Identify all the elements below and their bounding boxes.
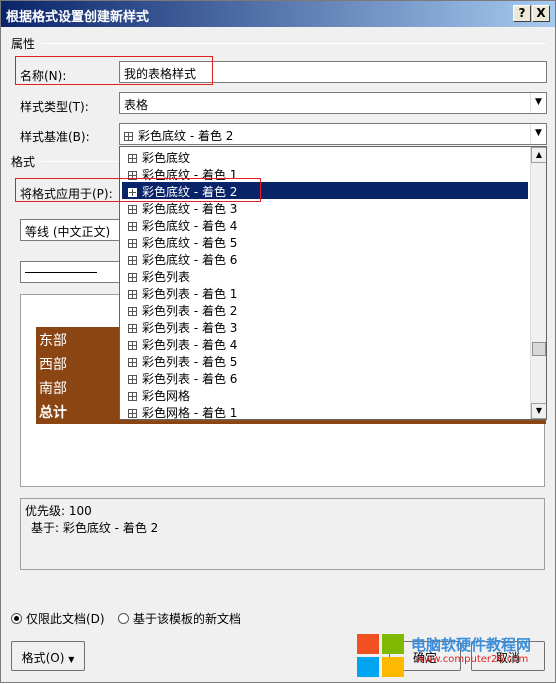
- close-button[interactable]: X: [532, 5, 550, 22]
- chevron-down-icon[interactable]: ▼: [530, 124, 546, 144]
- watermark-url: www.computer26.com: [416, 654, 529, 665]
- preview-total-bar: [36, 421, 546, 424]
- dropdown-item-label: 彩色列表 - 着色 5: [142, 355, 238, 369]
- chevron-down-icon: ▼: [68, 655, 75, 664]
- only-this-doc-option[interactable]: 仅限此文档(D): [11, 610, 105, 627]
- dropdown-scrollbar[interactable]: ▲ ▼: [530, 147, 546, 419]
- table-grid-icon: [124, 132, 133, 141]
- dropdown-item[interactable]: 彩色列表 - 着色 4: [122, 335, 528, 352]
- watermark: 电脑软硬件教程网 www.computer26.com: [351, 628, 556, 684]
- border-style-select[interactable]: [20, 261, 124, 283]
- dropdown-item-label: 彩色网格 - 着色 1: [142, 406, 238, 420]
- dropdown-item[interactable]: 彩色网格 - 着色 1: [122, 403, 528, 420]
- dropdown-item[interactable]: 彩色列表 - 着色 5: [122, 352, 528, 369]
- format-button[interactable]: 格式(O) ▼: [11, 641, 85, 671]
- dropdown-item[interactable]: 彩色列表 - 着色 2: [122, 301, 528, 318]
- chevron-down-icon[interactable]: ▼: [530, 93, 546, 113]
- dropdown-item[interactable]: 彩色列表 - 着色 6: [122, 369, 528, 386]
- dropdown-item[interactable]: 彩色列表: [122, 267, 528, 284]
- watermark-text: 电脑软硬件教程网: [411, 636, 532, 654]
- table-grid-icon: [128, 154, 137, 163]
- priority-text: 优先级: 100: [25, 504, 92, 518]
- dropdown-item[interactable]: 彩色底纹 - 着色 6: [122, 250, 528, 267]
- table-grid-icon: [128, 358, 137, 367]
- windows-logo-icon: [357, 634, 404, 677]
- based-on-text: 基于: 彩色底纹 - 着色 2: [31, 521, 159, 535]
- radio-empty-icon[interactable]: [118, 613, 129, 624]
- scroll-down-icon[interactable]: ▼: [531, 403, 546, 419]
- properties-divider: [41, 43, 546, 44]
- radio-selected-icon[interactable]: [11, 613, 22, 624]
- dropdown-item[interactable]: 彩色底纹 - 着色 5: [122, 233, 528, 250]
- dropdown-item[interactable]: 彩色底纹 - 着色 4: [122, 216, 528, 233]
- style-type-value: 表格: [124, 98, 149, 112]
- format-button-label: 格式(O): [21, 651, 65, 665]
- font-select[interactable]: 等线 (中文正文): [20, 219, 124, 241]
- dropdown-item-label: 彩色列表 - 着色 2: [142, 304, 238, 318]
- table-grid-icon: [128, 222, 137, 231]
- dropdown-item-label: 彩色底纹 - 着色 4: [142, 219, 238, 233]
- table-grid-icon: [128, 290, 137, 299]
- scroll-up-icon[interactable]: ▲: [531, 147, 546, 163]
- dropdown-item-label: 彩色列表: [142, 270, 191, 284]
- table-grid-icon: [128, 239, 137, 248]
- table-grid-icon: [128, 307, 137, 316]
- based-on-select[interactable]: 彩色底纹 - 着色 2 ▼: [119, 123, 547, 145]
- dialog-title: 根据格式设置创建新样式: [6, 10, 150, 25]
- name-highlight-box: [15, 56, 213, 85]
- font-value: 等线 (中文正文): [25, 225, 111, 239]
- dropdown-item-label: 彩色底纹 - 着色 5: [142, 236, 238, 250]
- dropdown-item-label: 彩色底纹: [142, 151, 191, 165]
- dropdown-item-label: 彩色列表 - 着色 6: [142, 372, 238, 386]
- create-style-dialog: 根据格式设置创建新样式 ? X 属性 名称(N): 我的表格样式 样式类型(T)…: [0, 0, 556, 683]
- dropdown-item[interactable]: 彩色列表 - 着色 1: [122, 284, 528, 301]
- style-description: 优先级: 100 基于: 彩色底纹 - 着色 2: [20, 498, 545, 570]
- dropdown-item[interactable]: 彩色网格: [122, 386, 528, 403]
- table-grid-icon: [128, 205, 137, 214]
- format-section-title: 格式: [11, 155, 36, 169]
- dropdown-item-label: 彩色底纹 - 着色 3: [142, 202, 238, 216]
- table-grid-icon: [128, 256, 137, 265]
- dropdown-item-label: 彩色列表 - 着色 4: [142, 338, 238, 352]
- table-grid-icon: [128, 324, 137, 333]
- dropdown-item-label: 彩色列表 - 着色 1: [142, 287, 238, 301]
- format-divider: [41, 161, 119, 162]
- dropdown-item-label: 彩色列表 - 着色 3: [142, 321, 238, 335]
- table-grid-icon: [128, 273, 137, 282]
- line-style-icon: [25, 272, 97, 273]
- table-grid-icon: [128, 409, 137, 418]
- based-on-value: 彩色底纹 - 着色 2: [138, 129, 234, 143]
- properties-section-title: 属性: [11, 37, 36, 51]
- new-docs-option[interactable]: 基于该模板的新文档: [118, 610, 241, 627]
- dropdown-item-label: 彩色网格: [142, 389, 191, 403]
- style-type-select[interactable]: 表格 ▼: [119, 92, 547, 114]
- only-this-doc-label: 仅限此文档(D): [26, 612, 105, 626]
- dropdown-item[interactable]: 彩色底纹: [122, 148, 528, 165]
- style-type-label: 样式类型(T):: [20, 100, 89, 114]
- table-grid-icon: [128, 341, 137, 350]
- table-grid-icon: [128, 375, 137, 384]
- dropdown-item-label: 彩色底纹 - 着色 6: [142, 253, 238, 267]
- dropdown-item[interactable]: 彩色列表 - 着色 3: [122, 318, 528, 335]
- scroll-thumb[interactable]: [532, 342, 546, 356]
- title-bar[interactable]: 根据格式设置创建新样式 ? X: [1, 1, 555, 27]
- help-button[interactable]: ?: [513, 5, 531, 22]
- new-docs-label: 基于该模板的新文档: [133, 612, 242, 626]
- selected-item-highlight-box: [119, 178, 261, 202]
- table-grid-icon: [128, 392, 137, 401]
- based-on-label: 样式基准(B):: [20, 130, 90, 144]
